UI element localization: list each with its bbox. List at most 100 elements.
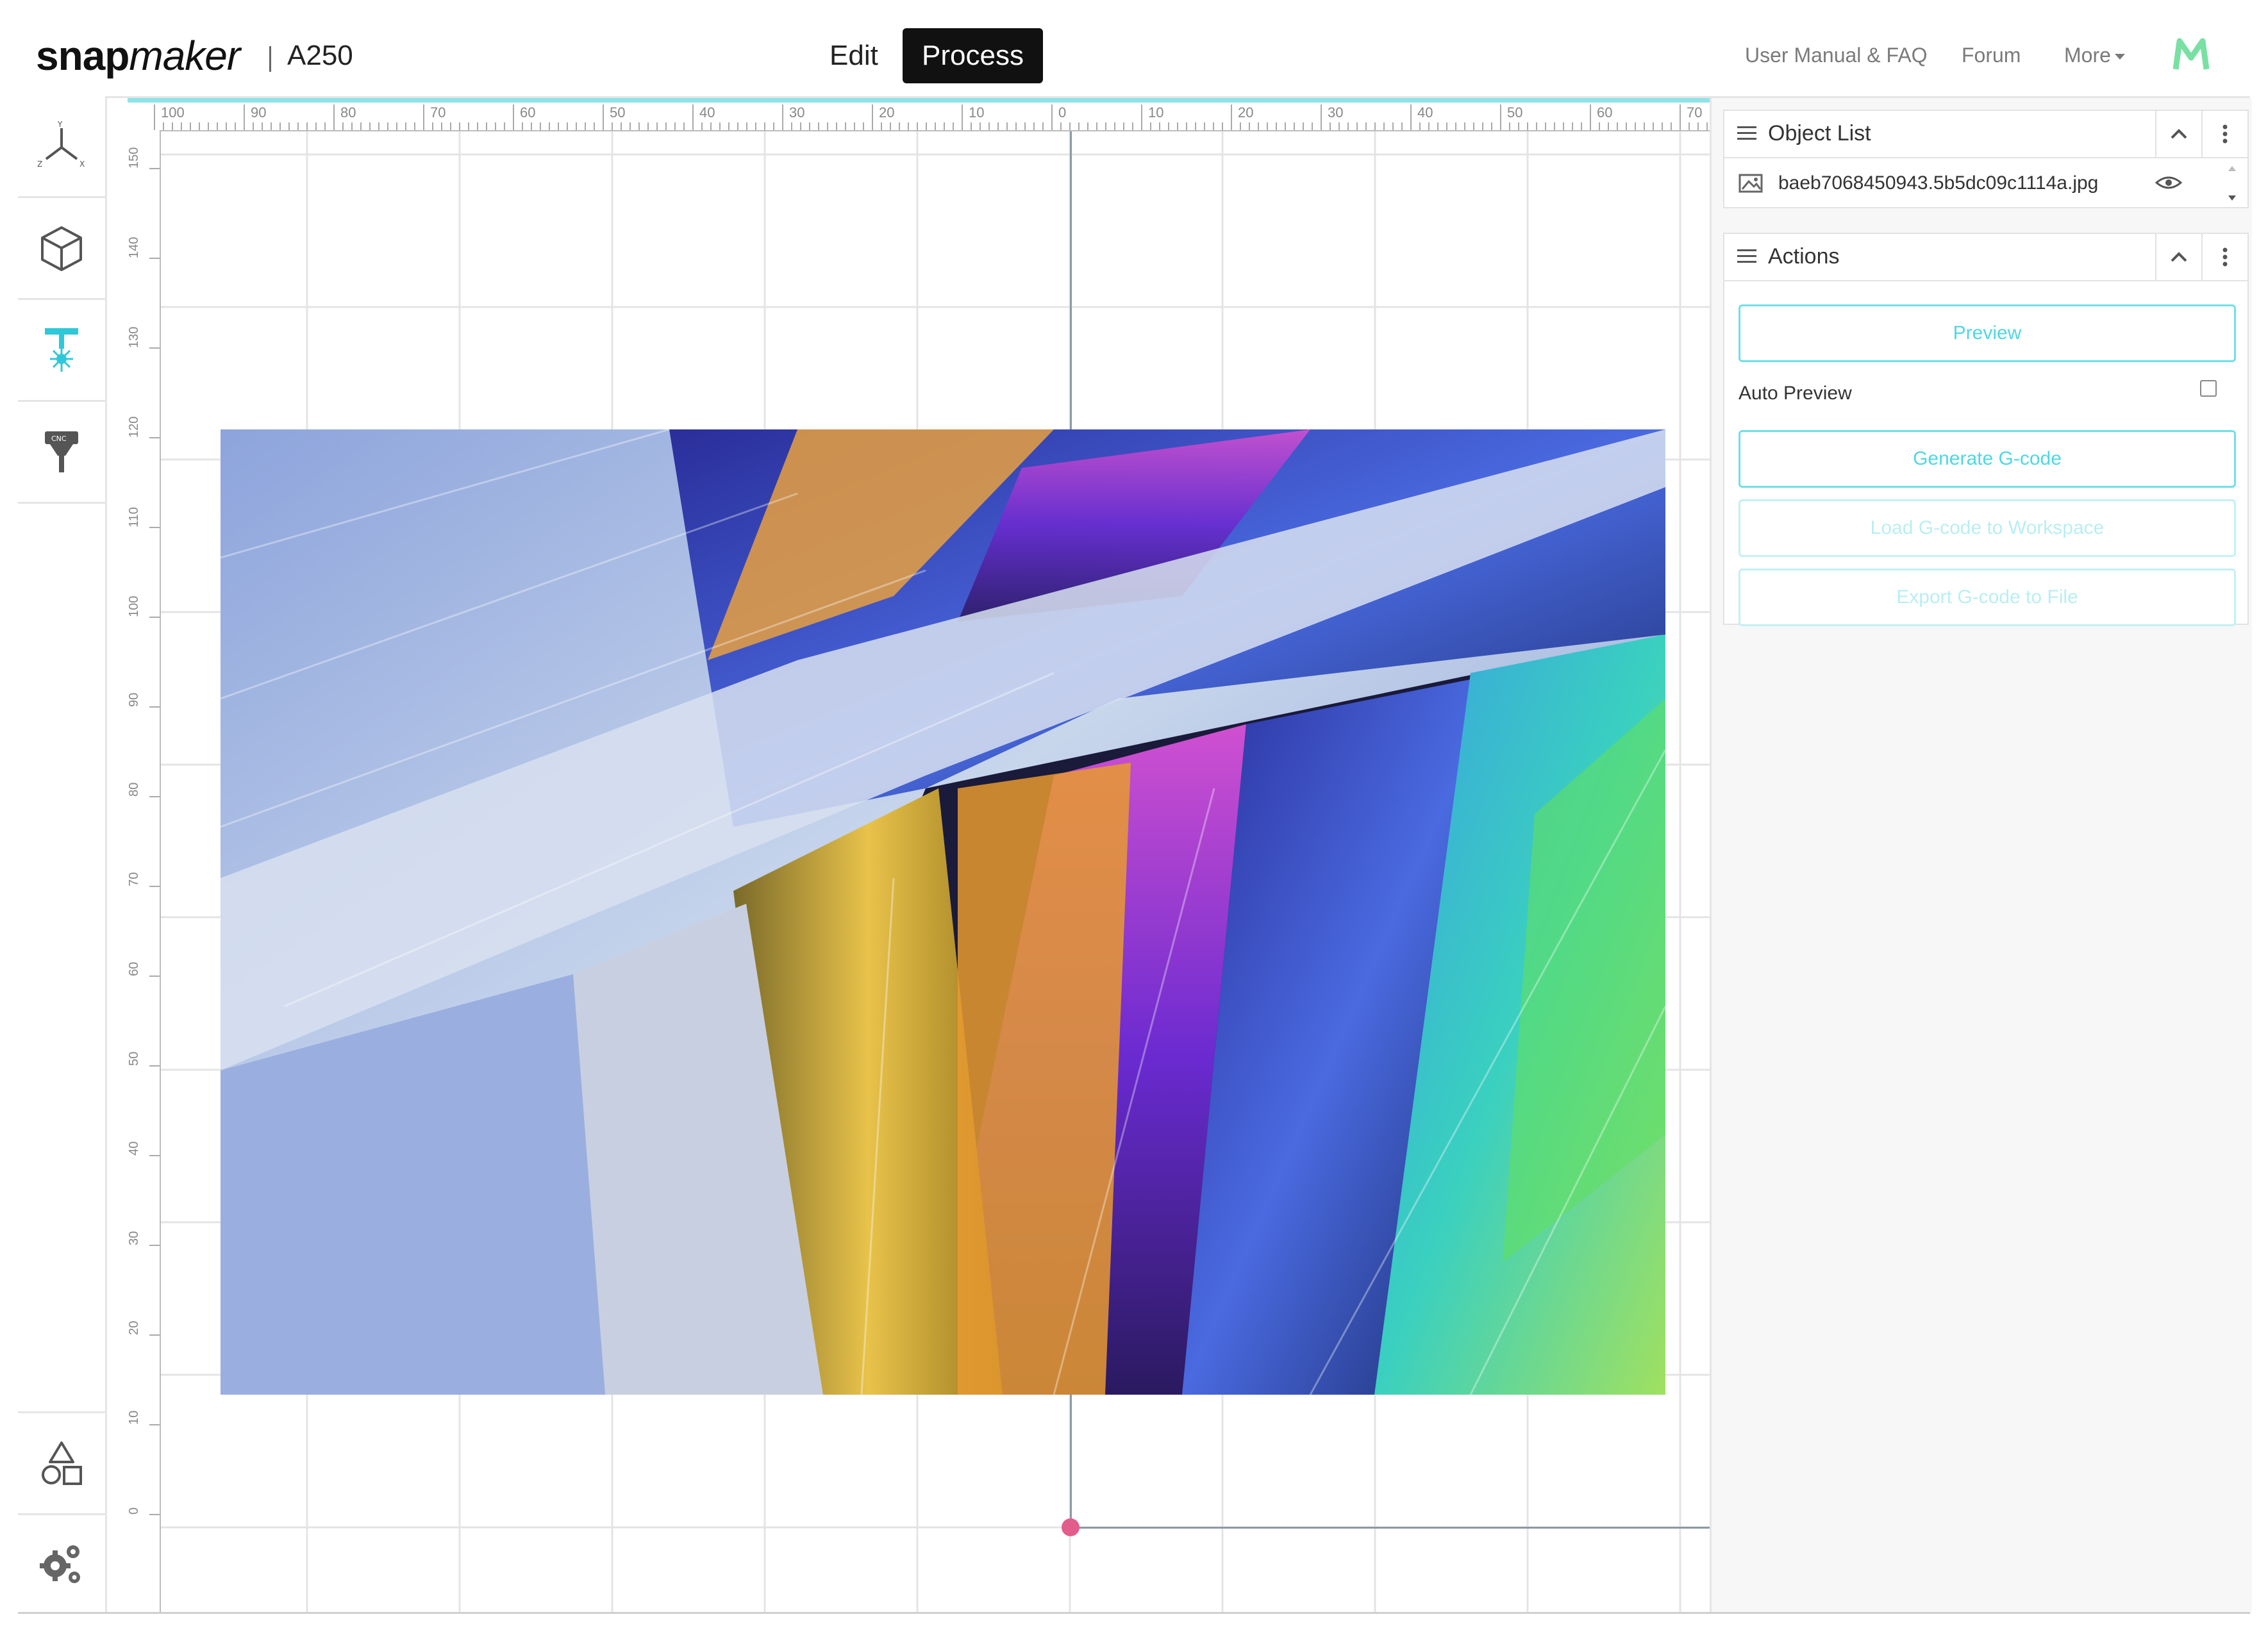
ruler-left-label: 120 <box>128 417 141 438</box>
export-gcode-button[interactable]: Export G-code to File <box>1739 569 2236 626</box>
object-list-panel: Object List baeb7068450943.5b5dc09c1114a… <box>1723 110 2249 208</box>
actions-title: Actions <box>1768 244 1840 269</box>
object-list-header: Object List <box>1724 111 2247 158</box>
ruler-left-label: 70 <box>128 872 141 886</box>
ruler-left-label: 10 <box>128 1411 141 1425</box>
axis-icon: Y Z X <box>37 120 85 169</box>
machine-model: A250 <box>287 40 353 71</box>
tool-rail: Y Z X CNC <box>18 96 107 1614</box>
ruler-left-label: 40 <box>128 1142 141 1156</box>
collapse-button[interactable] <box>2155 111 2201 157</box>
ruler-top-label: 20 <box>1238 104 1253 120</box>
image-file-icon <box>1739 174 1763 193</box>
ruler-left-label: 60 <box>128 962 141 976</box>
ruler-top-label: 30 <box>789 104 805 120</box>
menu-icon <box>1737 249 1756 263</box>
caret-down-icon <box>2114 54 2125 60</box>
tab-process[interactable]: Process <box>903 28 1043 83</box>
app-window: snapmaker A250 Edit Process User Manual … <box>18 24 2252 1614</box>
auto-preview-checkbox[interactable] <box>2200 380 2217 397</box>
list-scrollbar[interactable] <box>2224 162 2240 204</box>
ruler-top-label: 20 <box>879 104 894 120</box>
object-list-item[interactable]: baeb7068450943.5b5dc09c1114a.jpg <box>1724 158 2247 207</box>
svg-text:Z: Z <box>37 160 42 169</box>
ruler-left-label: 100 <box>128 596 141 617</box>
ruler-left-label: 130 <box>128 327 141 348</box>
kebab-icon <box>2222 124 2228 144</box>
ruler-top-label: 10 <box>1148 104 1163 120</box>
object-filename: baeb7068450943.5b5dc09c1114a.jpg <box>1778 172 2099 194</box>
crystal-photo <box>221 429 1665 1395</box>
auto-preview-label: Auto Preview <box>1739 383 1852 404</box>
kebab-icon <box>2222 247 2228 267</box>
brand-logo: snapmaker <box>36 33 240 79</box>
user-manual-link[interactable]: User Manual & FAQ <box>1745 44 1928 67</box>
ruler-top-label: 60 <box>520 104 535 120</box>
ruler-top-label: 10 <box>969 104 984 120</box>
scroll-arrows-icon <box>2228 166 2236 201</box>
cnc-icon: CNC <box>45 431 78 472</box>
actions-panel: Actions Preview Auto Preview Generate G-… <box>1723 233 2249 626</box>
menu-icon <box>1737 126 1756 140</box>
svg-text:CNC: CNC <box>51 435 67 443</box>
ruler-top-label: 40 <box>1417 104 1433 120</box>
ruler-horizontal-ticks: 100 90 80 70 60 50 40 30 20 10 0 10 20 30 40 50 60 70 <box>154 104 1708 130</box>
collapse-button[interactable] <box>2155 234 2201 280</box>
ruler-top-label: 50 <box>1507 104 1522 120</box>
ruler-top-label: 50 <box>610 104 625 120</box>
ruler-top-label: 40 <box>699 104 715 120</box>
ruler-left-label: 110 <box>128 507 141 527</box>
chevron-up-icon <box>2171 252 2187 262</box>
laser-tool[interactable] <box>18 300 105 402</box>
right-panel: Object List baeb7068450943.5b5dc09c1114a… <box>1710 98 2252 1614</box>
ruler-left-label: 0 <box>128 1507 141 1515</box>
axis-tool[interactable]: Y Z X <box>18 96 105 198</box>
ruler-top-label: 80 <box>340 104 356 120</box>
more-options-button[interactable] <box>2201 111 2247 157</box>
shapes-icon <box>42 1441 82 1485</box>
ruler-top-label: 30 <box>1328 104 1343 120</box>
top-bar: snapmaker A250 Edit Process User Manual … <box>18 24 2250 98</box>
3d-print-tool[interactable] <box>18 198 105 300</box>
more-options-button[interactable] <box>2201 234 2247 280</box>
settings-gears-icon <box>40 1545 80 1583</box>
shapes-tool[interactable] <box>18 1411 105 1515</box>
ruler-vertical-ticks: 1501401301201101009080706050403020100 <box>128 147 160 1515</box>
ruler-left-label: 150 <box>128 147 141 169</box>
ruler-top-label: 70 <box>430 104 446 120</box>
bottom-border <box>18 1612 2250 1614</box>
ruler-left-label: 30 <box>128 1231 141 1245</box>
ruler-left-label: 80 <box>128 783 141 797</box>
settings-tool[interactable] <box>18 1513 105 1613</box>
m-logo-icon[interactable] <box>2172 36 2210 74</box>
forum-link[interactable]: Forum <box>1962 44 2021 67</box>
ruler-left-label: 90 <box>128 693 141 707</box>
ruler-left-label: 50 <box>128 1052 141 1066</box>
logo-divider <box>269 46 271 72</box>
cube-icon <box>41 226 82 271</box>
more-menu[interactable]: More <box>2064 44 2125 67</box>
actions-header: Actions <box>1724 234 2247 281</box>
origin-marker <box>1062 1518 1080 1536</box>
tab-edit[interactable]: Edit <box>810 28 897 83</box>
svg-text:X: X <box>79 160 85 169</box>
generate-gcode-button[interactable]: Generate G-code <box>1739 430 2236 488</box>
workspace-canvas[interactable]: 100 90 80 70 60 50 40 30 20 10 0 10 20 30 40 50 60 70 150… <box>107 98 1710 1614</box>
more-label: More <box>2064 44 2111 67</box>
ruler-horizontal: 100 90 80 70 60 50 40 30 20 10 0 10 20 30 40 50 60 70 <box>128 98 1710 131</box>
object-list-title: Object List <box>1768 121 1871 145</box>
laser-icon <box>45 328 78 372</box>
preview-button[interactable]: Preview <box>1739 304 2236 362</box>
work-image[interactable] <box>221 429 1665 1395</box>
ruler-top-label: 60 <box>1597 104 1612 120</box>
ruler-top-label: 70 <box>1687 104 1702 120</box>
load-gcode-button[interactable]: Load G-code to Workspace <box>1739 499 2236 557</box>
svg-text:Y: Y <box>57 120 63 129</box>
ruler-left-label: 20 <box>128 1321 141 1335</box>
chevron-up-icon <box>2171 129 2187 139</box>
ruler-top-label: 0 <box>1058 104 1066 120</box>
cnc-tool[interactable]: CNC <box>18 402 105 504</box>
ruler-left-label: 140 <box>128 237 141 258</box>
eye-icon[interactable] <box>2155 175 2182 190</box>
x-axis-line <box>1070 1527 1710 1529</box>
